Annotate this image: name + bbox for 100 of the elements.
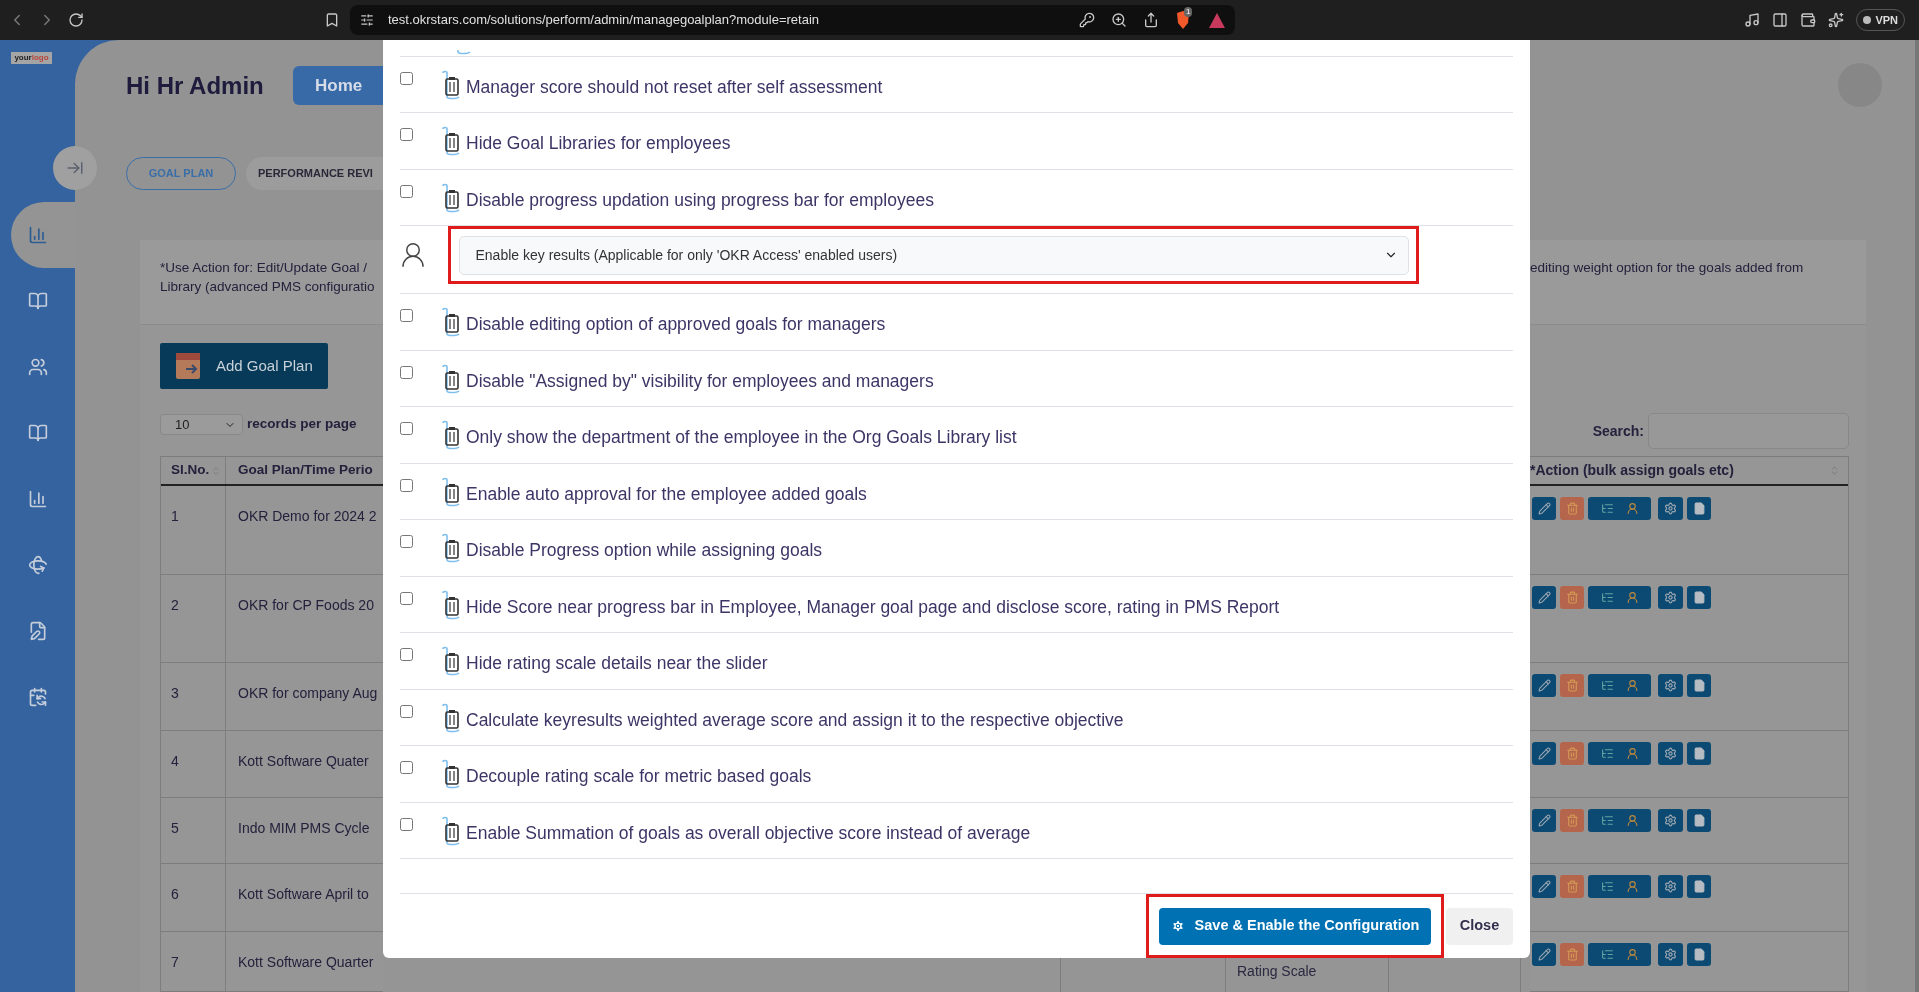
clipboard-icon (440, 70, 462, 100)
bookmark-icon[interactable] (324, 12, 340, 28)
home-button[interactable]: Home (293, 66, 383, 105)
document-button[interactable] (1687, 497, 1711, 520)
clipboard-icon (440, 815, 462, 846)
settings-button[interactable] (1658, 742, 1683, 765)
assign-button[interactable] (1588, 809, 1651, 832)
clipboard-icon (440, 589, 462, 620)
settings-button[interactable] (1658, 586, 1683, 609)
option-label: Hide rating scale details near the slider (466, 652, 768, 676)
column-header[interactable]: *Action (bulk assign goals etc) (1530, 460, 1734, 481)
pencil-icon (1537, 880, 1551, 893)
save-button[interactable]: Save & Enable the Configuration (1159, 907, 1431, 945)
document-button[interactable] (1687, 943, 1711, 966)
edit-button[interactable] (1532, 674, 1556, 697)
clipboard-icon (440, 182, 462, 213)
checkbox[interactable] (400, 478, 413, 492)
notification-badge: 1 (1184, 7, 1193, 17)
trash-icon (1565, 948, 1579, 961)
checkbox[interactable] (400, 128, 413, 142)
person-icon (1625, 880, 1639, 893)
checkbox[interactable] (400, 648, 413, 662)
wallet-icon[interactable] (1800, 12, 1817, 28)
checkbox[interactable] (400, 365, 413, 379)
page-size-select[interactable]: 10 (160, 414, 243, 435)
clipboard-icon (440, 420, 462, 451)
add-goal-plan-button[interactable]: Add Goal Plan (160, 343, 328, 389)
document-button[interactable] (1687, 674, 1711, 697)
settings-icon (1664, 679, 1677, 692)
hierarchy-icon (1600, 747, 1614, 760)
assign-button[interactable] (1588, 586, 1651, 609)
checkbox[interactable] (400, 309, 413, 323)
edit-button[interactable] (1532, 742, 1556, 765)
option-label: Manager score should not reset after self assessment (466, 76, 883, 99)
triangle-icon[interactable] (1209, 12, 1225, 28)
pencil-icon (1537, 502, 1551, 515)
checkbox[interactable] (400, 184, 413, 198)
checkbox[interactable] (400, 591, 413, 605)
assign-button[interactable] (1588, 674, 1651, 697)
settings-button[interactable] (1658, 809, 1683, 832)
edit-button[interactable] (1532, 809, 1556, 832)
assign-button[interactable] (1588, 497, 1651, 520)
document-icon (1692, 502, 1706, 515)
bar-chart-icon (27, 489, 48, 509)
zoom-icon[interactable] (1111, 12, 1127, 28)
checkbox[interactable] (400, 761, 413, 775)
reload-icon[interactable] (68, 12, 84, 28)
person-icon (1625, 948, 1639, 961)
document-button[interactable] (1687, 586, 1711, 609)
site-settings-icon[interactable] (360, 13, 374, 27)
checkbox[interactable] (400, 72, 413, 85)
settings-button[interactable] (1658, 497, 1683, 520)
calendar-icon (27, 687, 48, 707)
settings-button[interactable] (1658, 943, 1683, 966)
clipboard-icon (440, 702, 462, 733)
trash-icon (1565, 502, 1579, 515)
collapse-button[interactable] (53, 146, 97, 190)
hierarchy-icon (1600, 591, 1614, 604)
settings-button[interactable] (1658, 674, 1683, 697)
document-button[interactable] (1687, 742, 1711, 765)
column-header[interactable]: Goal Plan/Time Perio (226, 457, 383, 484)
sidebar-icon[interactable] (1772, 12, 1789, 28)
document-button[interactable] (1687, 875, 1711, 898)
checkbox[interactable] (400, 704, 413, 718)
key-icon[interactable] (1079, 12, 1095, 28)
pencil-icon (1537, 747, 1551, 760)
option-label: Disable editing option of approved goals for managers (466, 313, 886, 337)
assign-button[interactable] (1588, 943, 1651, 966)
trash-icon (1565, 591, 1579, 604)
checkbox[interactable] (400, 817, 413, 831)
edit-button[interactable] (1532, 586, 1556, 609)
address-bar[interactable]: test.okrstars.com/solutions/perform/admin/managegoalplan?module=retain 1 (350, 5, 1235, 35)
document-button[interactable] (1687, 809, 1711, 832)
checkbox[interactable] (400, 422, 413, 436)
checkbox[interactable] (400, 535, 413, 549)
pencil-icon (1537, 591, 1551, 604)
dropdown-field[interactable]: Enable key results (Applicable for only 'OKR Access' enabled users) (458, 235, 1409, 275)
person-icon (1625, 679, 1639, 692)
option-label: Only show the department of the employee in the Org Goals Library list (466, 426, 1017, 450)
table-cell: OKR for company Aug (238, 685, 378, 701)
table-cell: 3 (171, 685, 179, 701)
edit-button[interactable] (1532, 875, 1556, 898)
sparkle-icon[interactable] (1828, 12, 1845, 28)
close-button[interactable]: Close (1446, 907, 1513, 945)
assign-button[interactable] (1588, 875, 1651, 898)
share-icon[interactable] (1143, 12, 1159, 28)
settings-button[interactable] (1658, 875, 1683, 898)
trash-icon (1565, 747, 1579, 760)
clipboard-icon (440, 363, 462, 394)
column-header[interactable]: Sl.No. (161, 457, 226, 484)
users-icon (27, 357, 48, 377)
pencil-icon (1537, 679, 1551, 692)
music-icon[interactable] (1744, 12, 1761, 28)
greeting: Hi Hr Admin (126, 70, 264, 101)
edit-button[interactable] (1532, 497, 1556, 520)
edit-button[interactable] (1532, 943, 1556, 966)
tab[interactable]: PERFORMANCE REVI (246, 157, 383, 190)
option-label: Calculate keyresults weighted average score and assign it to the respective objective (466, 708, 1124, 732)
table-cell: Indo MIM PMS Cycle (238, 820, 370, 836)
assign-button[interactable] (1588, 742, 1651, 765)
